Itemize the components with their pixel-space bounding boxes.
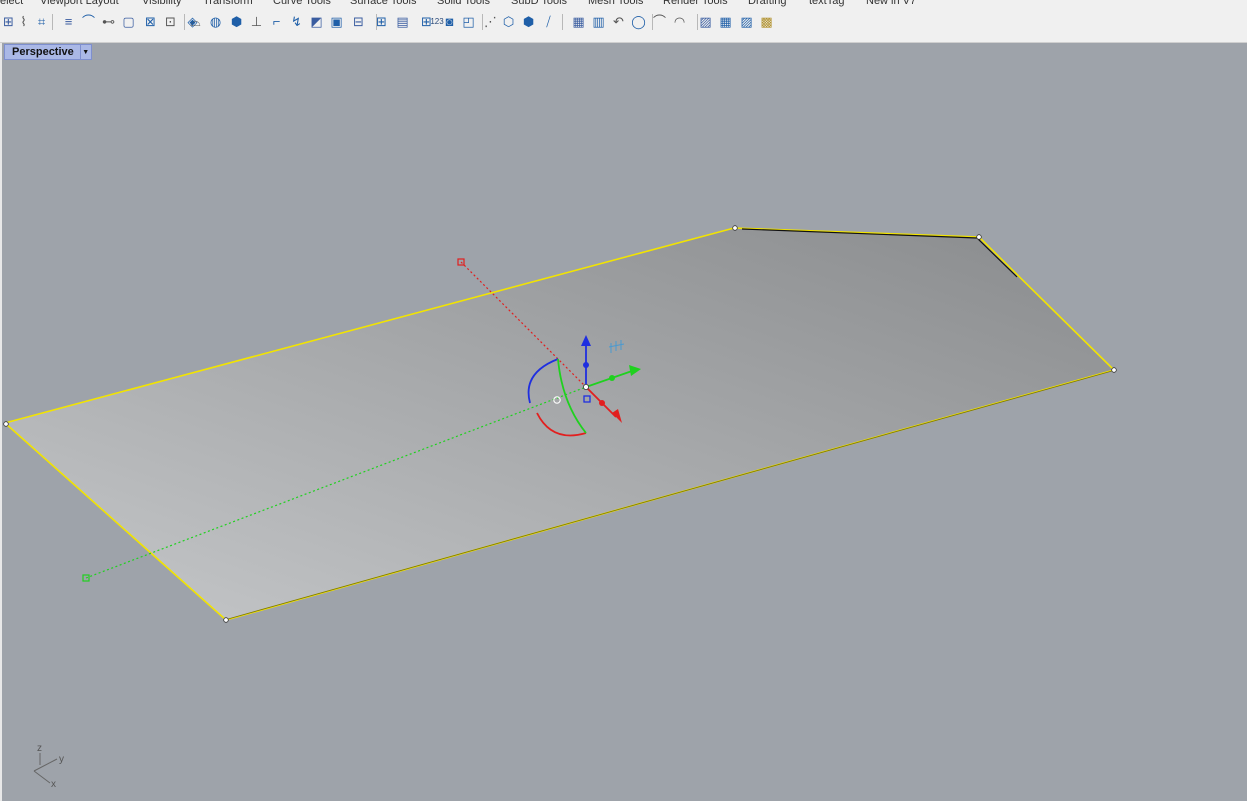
viewport-title: Perspective	[12, 46, 74, 58]
points-icon[interactable]: ⋰	[482, 13, 499, 30]
ribbon-tab-texttag[interactable]: textTag	[809, 0, 844, 8]
mesh-solid-icon[interactable]: ◙	[441, 13, 458, 30]
render-icon[interactable]: ↶	[610, 13, 627, 30]
point-grid-icon[interactable]: ⊞	[373, 13, 390, 30]
extrude-icon[interactable]: ⊥	[248, 13, 265, 30]
ribbon-tab-elect[interactable]: elect	[0, 0, 23, 8]
perspective-viewport[interactable]: z y x Perspective ▼	[0, 43, 1247, 801]
viewport-title-tab[interactable]: Perspective ▼	[4, 44, 92, 60]
ribbon-tab-drafting[interactable]: Drafting	[748, 0, 787, 8]
toolbar-separator	[562, 14, 563, 30]
ribbon-tab-viewport-layout[interactable]: Viewport Layout	[40, 0, 119, 8]
texture-icon[interactable]: ◠	[671, 13, 688, 30]
gumball-center[interactable]	[583, 383, 590, 390]
cylinder-icon[interactable]: ⌓	[187, 13, 204, 30]
trim-icon[interactable]: ⌗	[33, 13, 50, 30]
planar-surface[interactable]	[5, 228, 1114, 620]
ribbon-tab-mesh-tools[interactable]: Mesh Tools	[588, 0, 643, 8]
join-icon[interactable]: ⊷	[100, 13, 117, 30]
ribbon-tab-bar: elect Viewport Layout Visibility Transform C…	[0, 0, 1247, 9]
mesh-sphere-icon[interactable]: ⬢	[520, 13, 537, 30]
ribbon-tab-solid-tools[interactable]: Solid Tools	[437, 0, 490, 8]
frame-icon[interactable]: ▦	[717, 13, 734, 30]
scale-icon[interactable]: ⊟	[350, 13, 367, 30]
control-point[interactable]	[223, 617, 229, 623]
control-point[interactable]	[1111, 367, 1117, 373]
mesh-polygon-icon[interactable]: ⬡	[500, 13, 517, 30]
cap-icon[interactable]: ▣	[328, 13, 345, 30]
mesh-slice-icon[interactable]: ⧸	[540, 13, 557, 30]
pipe-icon[interactable]: ⌐	[268, 13, 285, 30]
ribbon-tab-transform[interactable]: Transform	[203, 0, 253, 8]
polyline-icon[interactable]: ▢	[120, 13, 137, 30]
box-icon[interactable]: ⬢	[228, 13, 245, 30]
control-point[interactable]	[976, 234, 982, 240]
dimension-icon[interactable]: ▥	[590, 13, 607, 30]
command-toolbar: ⊞ ⌇ ⌗ ≡ ⌒ ⊷ ▢ ⊠ ⊡ ◈ ⌓ ◍ ⬢ ⊥ ⌐ ↯ ◩ ▣ ⊟ ⊞ ▤ ⊞ 123 ◙ ◰ ⋰ ⬡ ⬢ ⧸ ▦ ▥ ↶ ◯ ⌒ ◠ ▨ ▦ ▨…	[0, 9, 1247, 43]
viewport-canvas[interactable]: z y x	[2, 43, 1247, 801]
viewport-menu-dropdown[interactable]: ▼	[79, 45, 91, 59]
surface-grid-icon[interactable]: ⊠	[142, 13, 159, 30]
control-point[interactable]	[3, 421, 9, 427]
camera-icon[interactable]: ▨	[738, 13, 755, 30]
contour-icon[interactable]: ≡	[60, 13, 77, 30]
offset-icon[interactable]: ⌒	[80, 13, 97, 30]
world-axis-z-label: z	[37, 743, 42, 754]
mesh-box-icon[interactable]: ▤	[394, 13, 411, 30]
sphere-icon[interactable]: ◍	[207, 13, 224, 30]
material-icon[interactable]: ◯	[630, 13, 647, 30]
mesh-cube-icon[interactable]: ◰	[460, 13, 477, 30]
curve-fillet-icon[interactable]: ⌇	[15, 13, 32, 30]
ribbon-tab-curve-tools[interactable]: Curve Tools	[273, 0, 331, 8]
world-axes-icon: z y x	[33, 743, 64, 790]
control-point[interactable]	[732, 225, 738, 231]
ribbon-tab-render-tools[interactable]: Render Tools	[663, 0, 728, 8]
light-icon[interactable]: ⌒	[651, 13, 668, 30]
sweep-icon[interactable]: ↯	[288, 13, 305, 30]
ribbon-tab-new-in-v7[interactable]: New in V7	[866, 0, 916, 8]
ribbon-tab-surface-tools[interactable]: Surface Tools	[350, 0, 416, 8]
gumball-x-scale-handle[interactable]	[599, 400, 605, 406]
tag-icon[interactable]: ▩	[758, 13, 775, 30]
world-axis-y-label: y	[59, 754, 64, 765]
ribbon-tab-subd-tools[interactable]: SubD Tools	[511, 0, 567, 8]
toolbar-separator	[52, 14, 53, 30]
ribbon-tab-visibility[interactable]: Visibility	[142, 0, 182, 8]
boolean-icon[interactable]: ◩	[308, 13, 325, 30]
world-axis-x-label: x	[51, 779, 56, 790]
rebuild-icon[interactable]: ▨	[697, 13, 714, 30]
layout-grid-icon[interactable]: ▦	[570, 13, 587, 30]
patch-icon[interactable]: ⊡	[162, 13, 179, 30]
gumball-z-scale-handle[interactable]	[583, 362, 589, 368]
gumball-y-scale-handle[interactable]	[609, 375, 615, 381]
